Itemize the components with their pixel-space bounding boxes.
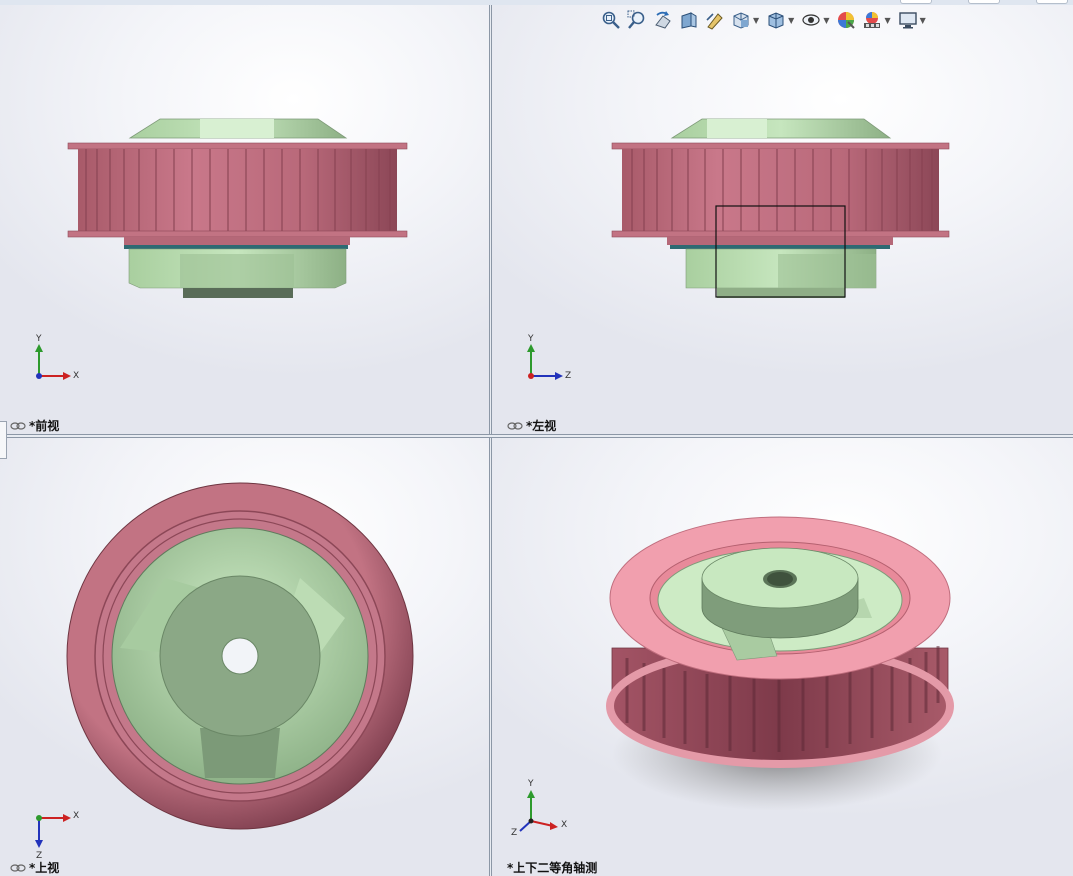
link-views-icon — [10, 863, 26, 872]
viewport-splitter-horizontal[interactable] — [0, 434, 1073, 438]
svg-text:X: X — [561, 820, 567, 830]
viewport-iso[interactable]: Y X Z *上下二等角轴测 — [492, 438, 1073, 876]
svg-text:Z: Z — [565, 371, 571, 381]
viewport-left-label: *左视 — [507, 417, 556, 434]
link-views-icon — [10, 421, 26, 430]
view-orientation-dropdown[interactable]: ▼ — [753, 16, 759, 25]
view-orientation-icon[interactable] — [730, 9, 752, 31]
apply-scene-dropdown[interactable]: ▼ — [884, 16, 890, 25]
front-axis-triad: Y X — [35, 334, 79, 381]
left-view-model: Y Z — [527, 118, 950, 381]
washer — [124, 245, 348, 249]
dynamic-annotation-icon[interactable] — [704, 9, 726, 31]
edit-appearance-icon[interactable] — [835, 9, 857, 31]
link-views-icon — [507, 421, 523, 430]
viewport-left[interactable]: Y Z *左视 — [492, 5, 1073, 434]
top-view-model: X Z — [35, 482, 414, 861]
zoom-to-area-icon[interactable] — [626, 9, 648, 31]
window-restore-button[interactable] — [968, 0, 1000, 4]
viewport-iso-name: *上下二等角轴测 — [507, 861, 598, 875]
viewport-top-label: *上视 — [10, 859, 59, 876]
display-style-dropdown[interactable]: ▼ — [788, 16, 794, 25]
viewport-front-label: *前视 — [10, 417, 59, 434]
heads-up-view-toolbar: ▼ ▼ ▼ ▼ ▼ — [600, 8, 932, 32]
viewport-front-name: *前视 — [29, 419, 60, 433]
display-style-icon[interactable] — [765, 9, 787, 31]
panel-collapse-handle[interactable] — [0, 421, 7, 459]
top-axis-triad: X Z — [35, 811, 79, 861]
svg-text:Z: Z — [511, 828, 517, 838]
bore-hole — [221, 637, 259, 675]
hide-show-items-icon[interactable] — [800, 9, 822, 31]
svg-text:Y: Y — [527, 779, 534, 789]
view-settings-icon[interactable] — [897, 9, 919, 31]
apply-scene-icon[interactable] — [861, 9, 883, 31]
section-view-icon[interactable] — [678, 9, 700, 31]
window-minimize-button[interactable] — [900, 0, 932, 4]
top-flange — [67, 142, 408, 150]
svg-text:X: X — [73, 371, 79, 381]
svg-text:Y: Y — [35, 334, 42, 344]
svg-text:X: X — [73, 811, 79, 821]
left-axis-triad: Y Z — [527, 334, 571, 381]
svg-text:Y: Y — [527, 334, 534, 344]
viewport-iso-label: *上下二等角轴测 — [507, 859, 597, 876]
pulley-teeth — [78, 149, 397, 231]
viewport-splitter-vertical[interactable] — [489, 5, 492, 876]
viewport-left-name: *左视 — [526, 419, 557, 433]
view-settings-dropdown[interactable]: ▼ — [920, 16, 926, 25]
window-close-button[interactable] — [1036, 0, 1068, 4]
previous-view-icon[interactable] — [652, 9, 674, 31]
viewport-top[interactable]: X Z *上视 — [0, 438, 489, 876]
zoom-to-fit-icon[interactable] — [600, 9, 622, 31]
iso-axis-triad: Y X Z — [511, 779, 567, 838]
hide-show-items-dropdown[interactable]: ▼ — [823, 16, 829, 25]
iso-view-model: Y X Z — [511, 516, 954, 838]
front-view-model: Y X — [35, 118, 408, 381]
viewport-front[interactable]: Y X *前视 — [0, 5, 489, 434]
viewport-top-name: *上视 — [29, 861, 60, 875]
